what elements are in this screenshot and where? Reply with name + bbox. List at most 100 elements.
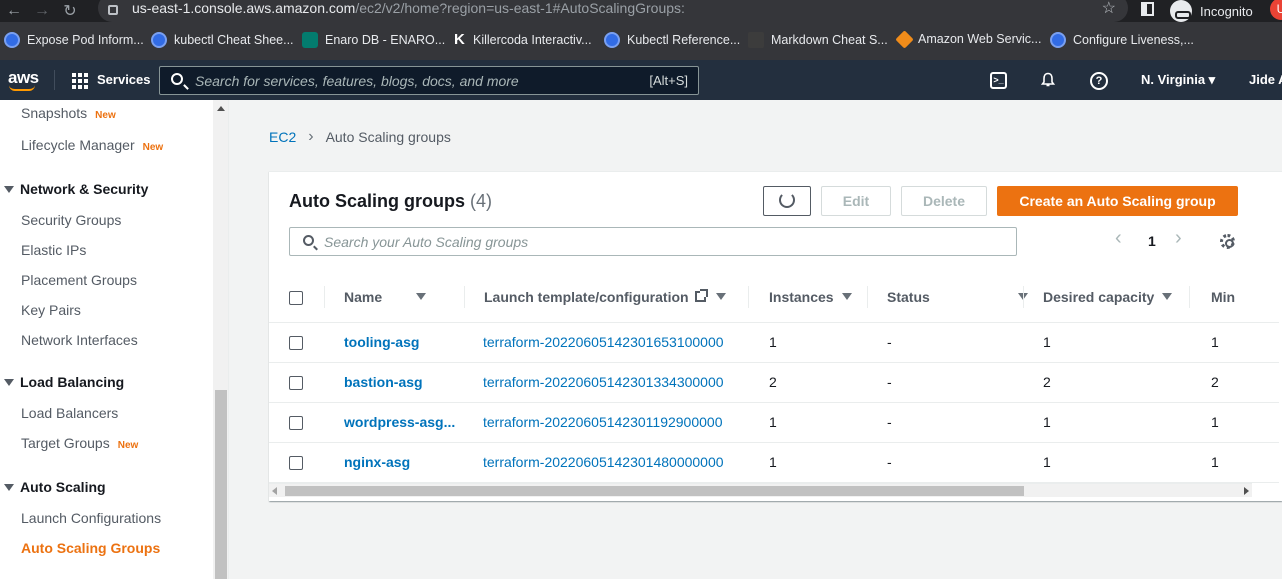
global-search-input[interactable]: Search for services, features, blogs, do… xyxy=(159,66,699,95)
desired-capacity-cell: 1 xyxy=(1024,442,1190,483)
sidebar-section-auto-scaling[interactable]: Auto Scaling xyxy=(4,479,106,495)
row-checkbox[interactable] xyxy=(289,376,303,391)
bookmark-item[interactable]: Kubectl Reference... xyxy=(604,32,740,48)
next-page-icon[interactable]: › xyxy=(1175,227,1182,250)
forward-icon[interactable]: → xyxy=(28,2,56,20)
asg-name-link[interactable]: nginx-asg xyxy=(344,454,410,470)
status-cell: - xyxy=(868,402,1024,443)
asg-name-link[interactable]: wordpress-asg... xyxy=(344,414,455,430)
sort-icon[interactable] xyxy=(715,293,726,301)
table-row[interactable]: wordpress-asg... terraform-2022060514230… xyxy=(269,402,1279,443)
new-badge: New xyxy=(142,142,164,153)
launch-template-link[interactable]: terraform-20220605142301480000000 xyxy=(483,454,724,470)
window-icon[interactable] xyxy=(1141,2,1154,16)
cloudshell-icon[interactable]: >_ xyxy=(990,72,1007,89)
sidebar-item-launch-configurations[interactable]: Launch Configurations xyxy=(21,510,161,526)
asg-search-input[interactable]: Search your Auto Scaling groups xyxy=(289,227,1017,256)
launch-template-link[interactable]: terraform-20220605142301653100000 xyxy=(483,334,724,350)
sort-icon[interactable] xyxy=(841,293,852,301)
row-checkbox[interactable] xyxy=(289,456,303,471)
create-auto-scaling-group-button[interactable]: Create an Auto Scaling group xyxy=(997,186,1238,216)
launch-template-link[interactable]: terraform-20220605142301334300000 xyxy=(483,374,724,390)
delete-button[interactable]: Delete xyxy=(901,186,987,216)
desired-capacity-cell: 2 xyxy=(1024,362,1190,403)
chevron-right-icon: › xyxy=(308,128,314,145)
sidebar-scrollbar[interactable] xyxy=(213,100,228,579)
asg-name-link[interactable]: bastion-asg xyxy=(344,374,423,390)
account-menu[interactable]: Jide A xyxy=(1249,72,1282,87)
page-number[interactable]: 1 xyxy=(1148,233,1156,249)
row-checkbox[interactable] xyxy=(289,336,303,351)
asg-name-link[interactable]: tooling-asg xyxy=(344,334,419,350)
kubernetes-icon xyxy=(604,32,620,48)
previous-page-icon[interactable]: ‹ xyxy=(1115,227,1122,250)
sharepoint-icon xyxy=(302,32,318,48)
sidebar-item-snapshots[interactable]: Snapshots New xyxy=(21,105,116,121)
instances-cell: 2 xyxy=(749,362,868,403)
new-badge: New xyxy=(117,440,139,451)
column-header-desired-capacity[interactable]: Desired capacity xyxy=(1024,272,1190,323)
row-checkbox[interactable] xyxy=(289,416,303,431)
status-cell: - xyxy=(868,322,1024,363)
region-selector[interactable]: N. Virginia ▾ xyxy=(1141,72,1215,88)
reload-icon[interactable]: ↻ xyxy=(56,1,84,21)
help-icon[interactable]: ? xyxy=(1090,72,1108,90)
gear-icon[interactable] xyxy=(1220,234,1235,249)
sidebar-item-load-balancers[interactable]: Load Balancers xyxy=(21,405,118,421)
table-row[interactable]: bastion-asg terraform-202206051423013343… xyxy=(269,362,1279,403)
incognito-indicator[interactable]: Incognito xyxy=(1170,0,1253,22)
services-grid-icon[interactable] xyxy=(72,73,89,89)
column-header-name[interactable]: Name xyxy=(325,272,465,323)
services-menu[interactable]: Services xyxy=(97,72,151,87)
select-all-checkbox[interactable] xyxy=(289,290,303,305)
scroll-left-icon[interactable] xyxy=(272,487,277,495)
edit-button[interactable]: Edit xyxy=(821,186,891,216)
search-placeholder: Search for services, features, blogs, do… xyxy=(195,73,519,89)
column-header-min[interactable]: Min xyxy=(1190,272,1279,323)
kubernetes-icon xyxy=(1050,32,1066,48)
bookmark-item[interactable]: Markdown Cheat S... xyxy=(748,32,888,48)
table-row[interactable]: nginx-asg terraform-20220605142301480000… xyxy=(269,442,1279,483)
url-text: us-east-1.console.aws.amazon.com/ec2/v2/… xyxy=(132,0,685,16)
column-header-instances[interactable]: Instances xyxy=(749,272,868,323)
bookmark-item[interactable]: Configure Liveness,... xyxy=(1050,32,1194,48)
scroll-right-icon[interactable] xyxy=(1244,487,1249,495)
sidebar-item-placement-groups[interactable]: Placement Groups xyxy=(21,272,137,288)
sidebar-item-network-interfaces[interactable]: Network Interfaces xyxy=(21,332,138,348)
back-icon[interactable]: ← xyxy=(0,2,28,20)
sidebar-item-elastic-ips[interactable]: Elastic IPs xyxy=(21,242,86,258)
column-header-status[interactable]: Status xyxy=(868,272,1028,323)
scrollbar-thumb[interactable] xyxy=(215,390,227,579)
sidebar-section-network-security[interactable]: Network & Security xyxy=(4,181,148,197)
launch-template-link[interactable]: terraform-20220605142301192900000 xyxy=(483,414,723,430)
bookmark-item[interactable]: kubectl Cheat Shee... xyxy=(151,32,294,48)
refresh-icon xyxy=(779,192,795,208)
column-header-launch-template[interactable]: Launch template/configuration xyxy=(465,272,749,323)
sort-icon[interactable] xyxy=(416,293,427,301)
sidebar-item-auto-scaling-groups[interactable]: Auto Scaling Groups xyxy=(21,540,160,556)
bookmark-item[interactable]: Enaro DB - ENARO... xyxy=(302,32,445,48)
breadcrumb-ec2[interactable]: EC2 xyxy=(269,129,296,145)
bookmark-item[interactable]: Amazon Web Servic... xyxy=(895,29,1041,49)
incognito-icon xyxy=(1170,0,1192,22)
sidebar-item-lifecycle-manager[interactable]: Lifecycle Manager New xyxy=(21,137,163,153)
sidebar-section-load-balancing[interactable]: Load Balancing xyxy=(4,374,124,390)
bookmark-star-icon[interactable]: ☆ xyxy=(1102,0,1116,18)
status-cell: - xyxy=(868,362,1024,403)
table-row[interactable]: tooling-asg terraform-202206051423016531… xyxy=(269,322,1279,363)
address-bar[interactable]: us-east-1.console.aws.amazon.com/ec2/v2/… xyxy=(98,0,1128,22)
table-horizontal-scrollbar[interactable] xyxy=(269,483,1252,497)
scrollbar-thumb[interactable] xyxy=(285,486,1024,496)
refresh-button[interactable] xyxy=(763,186,811,216)
bookmark-item[interactable]: Expose Pod Inform... xyxy=(4,32,144,48)
notifications-bell-icon[interactable] xyxy=(1040,72,1056,88)
bookmark-item[interactable]: K Killercoda Interactiv... xyxy=(454,32,592,48)
sidebar-item-security-groups[interactable]: Security Groups xyxy=(21,212,121,228)
sort-icon[interactable] xyxy=(1162,293,1173,301)
asg-search-placeholder: Search your Auto Scaling groups xyxy=(324,234,529,250)
profile-avatar[interactable]: U xyxy=(1270,0,1282,20)
sidebar-item-target-groups[interactable]: Target Groups New xyxy=(21,435,138,451)
sidebar-item-key-pairs[interactable]: Key Pairs xyxy=(21,302,81,318)
asg-table: Name Launch template/configuration Insta… xyxy=(269,272,1279,483)
scroll-up-icon[interactable] xyxy=(217,106,225,111)
